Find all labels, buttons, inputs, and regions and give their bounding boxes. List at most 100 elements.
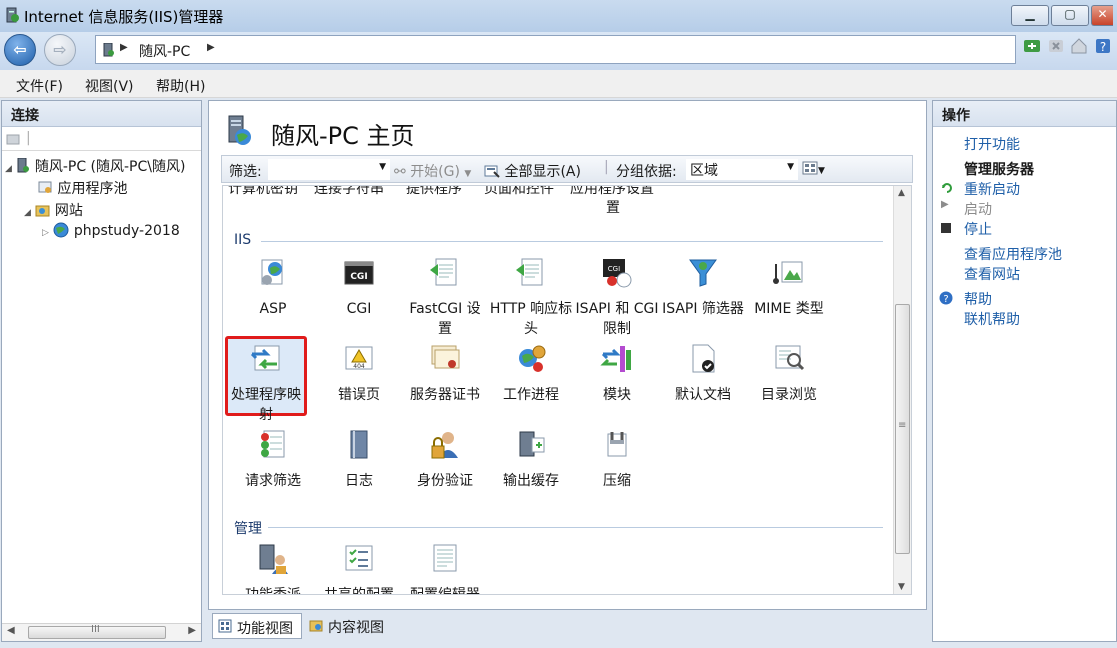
show-all-button[interactable]: 全部显示(A) (484, 161, 581, 181)
feature-asp[interactable]: ASP (231, 256, 315, 319)
tree-node-phpstudy[interactable]: ▷ phpstudy-2018 (42, 222, 180, 239)
open-feature-link[interactable]: 打开功能 (964, 134, 1020, 154)
feature-isapi-filters[interactable]: ISAPI 筛选器 (661, 256, 745, 319)
feature-mime-types[interactable]: MIME 类型 (747, 256, 831, 319)
chevron-down-icon[interactable]: ▼ (379, 162, 386, 172)
help-icon: ? (939, 291, 953, 305)
feature-label: ASP (259, 301, 287, 317)
chevron-down-icon[interactable]: ▼ (787, 162, 794, 172)
restart-link[interactable]: 重新启动 (964, 179, 1020, 199)
feature-cgi[interactable]: CGI CGI (317, 256, 401, 319)
tree-node-sites[interactable]: ◢ 网站 (24, 200, 83, 220)
tab-content-view[interactable]: 内容视图 (304, 613, 396, 639)
error-pages-icon: 404 (345, 346, 373, 370)
breadcrumb-separator-icon[interactable]: ▶ (207, 42, 215, 53)
feature-handler-mappings[interactable]: 处理程序映射 (225, 336, 307, 423)
refresh-icon[interactable] (1023, 37, 1041, 55)
feature-server-certificates[interactable]: 服务器证书 (403, 342, 487, 405)
start-filter-button[interactable]: ⚯ 开始(G) ▼ (394, 161, 471, 181)
feature-compression[interactable]: 压缩 (575, 428, 659, 491)
view-mode-button[interactable]: ▼ (802, 161, 825, 177)
feature-machine-key-label[interactable]: 计算机密钥 (228, 186, 298, 198)
back-button[interactable]: ⇦ (4, 34, 36, 66)
feature-isapi-cgi-restrictions[interactable]: CGI ISAPI 和 CGI 限制 (575, 256, 659, 339)
features-vertical-scrollbar[interactable]: ▲ ≡ ▼ (893, 186, 911, 594)
feature-error-pages[interactable]: 404 错误页 (317, 342, 401, 405)
help-icon[interactable]: ? (1094, 37, 1112, 55)
view-app-pools-link[interactable]: 查看应用程序池 (964, 244, 1062, 264)
help-link[interactable]: 帮助 (964, 289, 992, 309)
feature-modules[interactable]: 模块 (575, 342, 659, 405)
feature-feature-delegation[interactable]: 功能委派 (231, 542, 315, 595)
tree-node-app-pools[interactable]: 应用程序池 (38, 178, 127, 198)
online-help-link[interactable]: 联机帮助 (964, 309, 1020, 329)
feature-pages-controls-label[interactable]: 页面和控件 (484, 186, 554, 198)
features-view-icon (218, 619, 232, 633)
scroll-up-icon[interactable]: ▲ (898, 188, 905, 198)
feature-shared-configuration[interactable]: 共享的配置 (317, 542, 401, 594)
logging-icon (350, 430, 368, 459)
server-home-icon (228, 115, 251, 145)
show-all-icon (484, 165, 500, 178)
expand-arrow-icon[interactable]: ▷ (42, 228, 49, 238)
start-icon: ▶ (941, 199, 949, 210)
tab-features-view-label: 功能视图 (237, 621, 293, 637)
feature-output-caching[interactable]: 输出缓存 (489, 428, 573, 491)
address-row: ⇦ ⇨ ▶ 随风-PC ▶ ? (0, 32, 1117, 70)
scroll-thumb[interactable]: ≡ (895, 304, 910, 554)
collapse-arrow-icon[interactable]: ◢ (24, 208, 31, 218)
features-pane: 随风-PC 主页 筛选: ▼ ⚯ 开始(G) ▼ 全部显示(A) | 分组依据:… (208, 100, 927, 610)
feature-label: 输出缓存 (503, 473, 559, 489)
collapse-arrow-icon[interactable]: ◢ (5, 164, 12, 174)
feature-app-settings-label-2[interactable]: 置 (606, 197, 620, 217)
section-title-iis: IIS (234, 232, 252, 248)
feature-authentication[interactable]: 身份验证 (403, 428, 487, 491)
menu-file[interactable]: 文件(F) (16, 76, 63, 96)
feature-providers-label[interactable]: 提供程序 (406, 186, 462, 198)
menu-help[interactable]: 帮助(H) (156, 76, 205, 96)
feature-fastcgi[interactable]: FastCGI 设置 (403, 256, 487, 339)
tree-node-server[interactable]: ◢ 随风-PC (随风-PC\随风) (5, 156, 185, 176)
address-bar[interactable]: ▶ 随风-PC ▶ (95, 35, 1016, 64)
tab-features-view[interactable]: 功能视图 (212, 613, 302, 639)
forward-button[interactable]: ⇨ (44, 34, 76, 66)
connections-horizontal-scrollbar[interactable]: ◀ III ▶ (2, 623, 201, 641)
feature-configuration-editor[interactable]: 配置编辑器 (403, 542, 487, 595)
iis-app-icon (6, 7, 19, 23)
home-icon[interactable] (1070, 37, 1088, 55)
group-by-select[interactable]: 区域 ▼ (686, 159, 798, 180)
feature-worker-processes[interactable]: 工作进程 (489, 342, 573, 405)
default-document-icon (692, 344, 715, 373)
feature-label: 功能委派 (245, 587, 301, 595)
feature-default-document[interactable]: 默认文档 (661, 342, 745, 405)
feature-request-filtering[interactable]: 请求筛选 (231, 428, 315, 491)
asp-icon (261, 259, 283, 285)
svg-text:CGI: CGI (608, 265, 620, 273)
maximize-button[interactable]: ▢ (1051, 5, 1089, 26)
menu-view[interactable]: 视图(V) (85, 76, 134, 96)
close-button[interactable]: ✕ (1091, 5, 1113, 26)
feature-http-headers[interactable]: HTTP 响应标头 (489, 256, 573, 339)
stop-link[interactable]: 停止 (964, 219, 992, 239)
chevron-down-icon[interactable]: ▼ (464, 169, 471, 179)
feature-logging[interactable]: 日志 (317, 428, 401, 491)
feature-connection-strings-label[interactable]: 连接字符串 (314, 186, 384, 198)
feature-label: HTTP 响应标头 (489, 301, 573, 337)
minimize-button[interactable]: ▁ (1011, 5, 1049, 26)
stop-loading-icon[interactable] (1047, 37, 1065, 55)
feature-directory-browsing[interactable]: 目录浏览 (747, 342, 831, 405)
feature-label: 配置编辑器 (410, 587, 480, 595)
connect-icon[interactable] (6, 132, 20, 146)
scroll-down-icon[interactable]: ▼ (898, 582, 905, 592)
view-mode-icon (802, 161, 818, 175)
scroll-right-icon[interactable]: ▶ (188, 625, 196, 636)
manage-server-heading: 管理服务器 (964, 162, 1034, 178)
breadcrumb-server[interactable]: 随风-PC (139, 41, 190, 61)
filter-input[interactable]: ▼ (268, 159, 390, 180)
window-title: Internet 信息服务(IIS)管理器 (24, 8, 224, 26)
start-filter-label: 开始(G) (410, 164, 460, 180)
scroll-left-icon[interactable]: ◀ (7, 625, 15, 636)
title-bar: Internet 信息服务(IIS)管理器 ▁ ▢ ✕ (0, 0, 1117, 32)
view-sites-link[interactable]: 查看网站 (964, 264, 1020, 284)
scroll-thumb[interactable]: III (28, 624, 166, 639)
